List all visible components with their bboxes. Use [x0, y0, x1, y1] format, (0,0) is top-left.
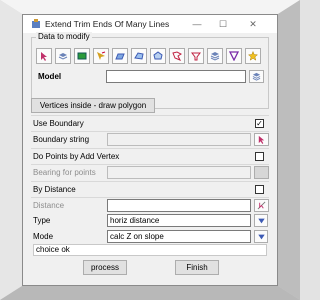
close-button[interactable]: ✕ — [245, 17, 261, 31]
divider — [31, 115, 269, 116]
minimize-button[interactable]: — — [189, 17, 205, 31]
frame-bevel-bottom — [0, 286, 300, 300]
distance-pick-button[interactable] — [254, 199, 269, 212]
mode-dropdown-button[interactable] — [254, 230, 268, 243]
dialog-window: Extend Trim Ends Of Many Lines — ☐ ✕ Dat… — [22, 14, 278, 286]
divider — [31, 131, 269, 132]
divider — [31, 164, 269, 165]
window-title: Extend Trim Ends Of Many Lines — [45, 19, 170, 29]
box-icon[interactable] — [112, 48, 128, 64]
frame-bevel-left — [0, 0, 22, 300]
layers-icon — [252, 72, 261, 81]
model-label: Model — [38, 72, 62, 81]
mode-select[interactable]: calc Z on slope — [107, 230, 251, 243]
funnel-icon[interactable] — [188, 48, 204, 64]
cursor-icon[interactable] — [93, 48, 109, 64]
divider — [31, 148, 269, 149]
model-input[interactable] — [106, 70, 246, 83]
app-icon — [32, 19, 40, 28]
bearing-input[interactable] — [107, 166, 251, 179]
distance-input[interactable] — [107, 199, 251, 212]
divider — [31, 181, 269, 182]
by-distance-checkbox[interactable] — [255, 185, 264, 194]
chevron-down-icon — [258, 234, 265, 240]
use-boundary-label: Use Boundary — [33, 119, 84, 128]
vertices-inside-button[interactable]: Vertices inside - draw polygon — [31, 98, 155, 113]
boundary-string-input[interactable] — [107, 133, 251, 146]
type-label: Type — [33, 216, 51, 225]
type-select[interactable]: horiz distance — [107, 214, 251, 227]
star-icon[interactable] — [245, 48, 261, 64]
distance-label: Distance — [33, 201, 65, 210]
chevron-down-icon — [258, 218, 265, 224]
title-bar[interactable]: Extend Trim Ends Of Many Lines — ☐ ✕ — [23, 15, 277, 33]
boundary-pick-button[interactable] — [254, 133, 269, 146]
frame-bevel-top — [0, 0, 300, 14]
type-dropdown-button[interactable] — [254, 214, 268, 227]
layers-icon[interactable] — [55, 48, 71, 64]
tool-row — [36, 48, 266, 66]
ruler-pick-icon — [257, 201, 266, 210]
finish-button[interactable]: Finish — [175, 260, 219, 275]
frame-bevel-right — [278, 0, 300, 300]
polygon-icon[interactable] — [131, 48, 147, 64]
do-points-checkbox[interactable] — [255, 152, 264, 161]
triangle-icon[interactable] — [226, 48, 242, 64]
bearing-label: Bearing for points — [33, 168, 96, 177]
by-distance-label: By Distance — [33, 185, 76, 194]
process-button[interactable]: process — [83, 260, 127, 275]
flag-icon[interactable] — [169, 48, 185, 64]
model-pick-button[interactable] — [249, 70, 264, 83]
mode-label: Mode — [33, 232, 54, 241]
model-icon[interactable] — [74, 48, 90, 64]
poly-icon[interactable] — [150, 48, 166, 64]
boundary-string-label: Boundary string — [33, 135, 90, 144]
divider — [31, 197, 269, 198]
pick-arrow-icon[interactable] — [36, 48, 52, 64]
status-message: choice ok — [33, 244, 267, 256]
do-points-label: Do Points by Add Vertex — [33, 152, 120, 161]
stack-icon[interactable] — [207, 48, 223, 64]
use-boundary-checkbox[interactable]: ✓ — [255, 119, 264, 128]
pick-arrow-icon — [258, 135, 265, 144]
group-label: Data to modify — [36, 32, 92, 41]
bearing-pick-button[interactable] — [254, 166, 269, 179]
maximize-button[interactable]: ☐ — [215, 17, 231, 31]
